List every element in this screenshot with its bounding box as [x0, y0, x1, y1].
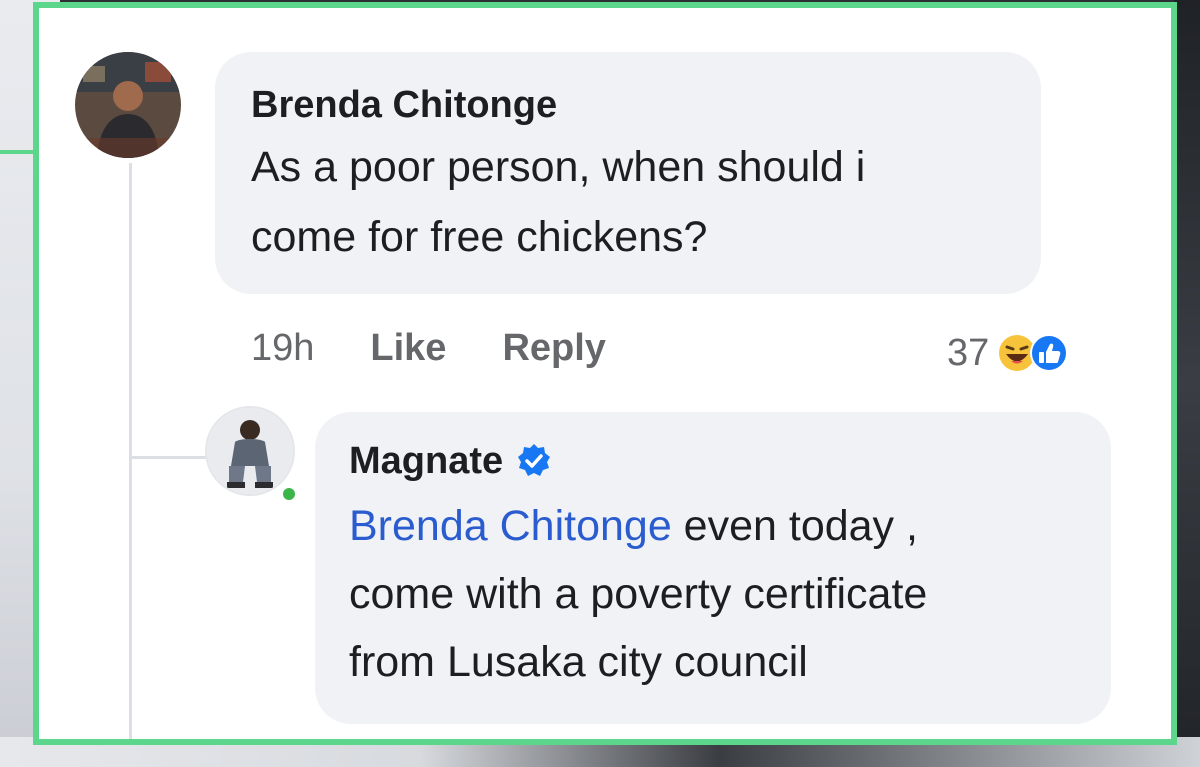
comment-author[interactable]: Brenda Chitonge: [251, 82, 1007, 128]
like-icon: [1030, 334, 1069, 372]
highlight-frame: Brenda Chitonge As a poor person, when s…: [33, 2, 1177, 745]
thread-line: [129, 163, 132, 739]
reply-button[interactable]: Reply: [502, 327, 605, 370]
mention-link[interactable]: Brenda Chitonge: [349, 502, 672, 550]
comment-text-line: As a poor person, when should i: [251, 143, 866, 191]
online-status-dot: [280, 485, 298, 503]
comment-text: As a poor person, when should i come for…: [251, 132, 1007, 272]
reaction-summary[interactable]: 37: [947, 328, 1069, 378]
reply-text: Brenda Chitonge even today , come with a…: [349, 492, 1081, 696]
reply-author[interactable]: Magnate: [349, 438, 503, 484]
comment-timestamp[interactable]: 19h: [251, 327, 314, 370]
verified-badge-icon: [518, 444, 551, 476]
comment-actions: 19h Like Reply: [251, 320, 662, 376]
reply-text-line: from Lusaka city council: [349, 638, 808, 686]
reaction-count: 37: [947, 331, 990, 374]
reply-author-row: Magnate: [349, 438, 1081, 484]
reply-text-line: Brenda Chitonge even today ,: [349, 492, 1081, 560]
reply-text-line: come with a poverty certificate: [349, 570, 928, 618]
background-right-strip: [1174, 0, 1200, 767]
avatar[interactable]: [205, 406, 295, 496]
reply-connector: [129, 456, 209, 459]
comment-bubble: Brenda Chitonge As a poor person, when s…: [215, 52, 1041, 294]
avatar[interactable]: [75, 52, 181, 158]
like-button[interactable]: Like: [370, 327, 446, 370]
reply-bubble: Magnate Brenda Chitonge even today , com…: [315, 412, 1111, 724]
comment-text-line: come for free chickens?: [251, 213, 708, 261]
reply-text-segment: even today ,: [671, 502, 918, 550]
